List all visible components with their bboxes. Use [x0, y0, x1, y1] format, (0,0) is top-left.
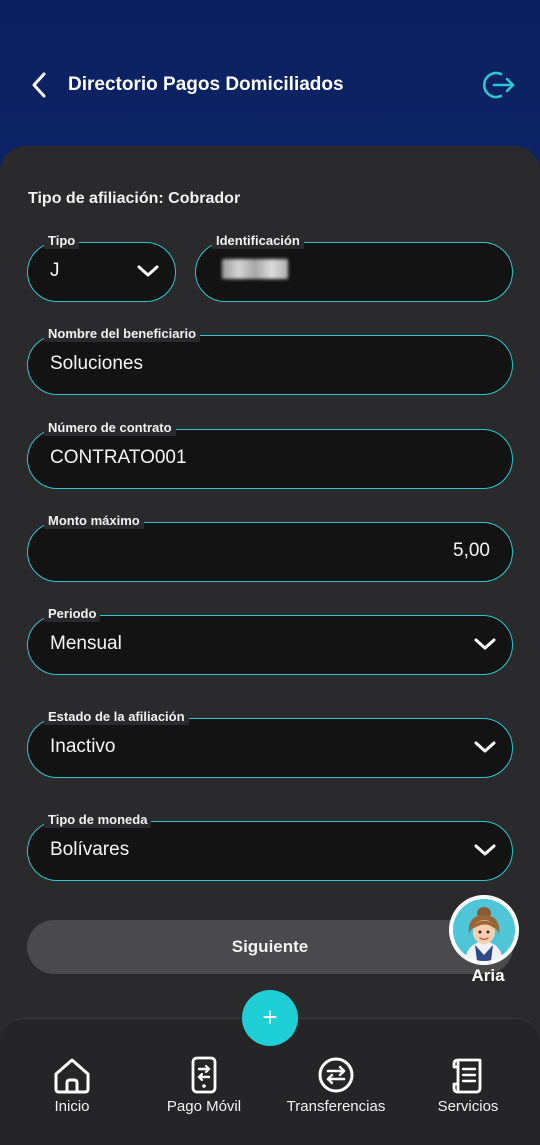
phone-transfer-icon [191, 1056, 217, 1094]
identificacion-field[interactable]: Identificación [195, 233, 513, 302]
estado-value: Inactivo [50, 736, 116, 757]
moneda-value: Bolívares [50, 839, 130, 860]
transfer-icon [318, 1057, 354, 1093]
nav-item-pago-movil[interactable]: Pago Móvil [160, 1056, 248, 1115]
back-button[interactable] [24, 70, 54, 100]
next-button[interactable]: Siguiente [27, 920, 513, 974]
receipt-icon [452, 1058, 482, 1094]
periodo-select[interactable]: Periodo Mensual [27, 606, 513, 675]
assistant-name: Aria [471, 966, 505, 985]
moneda-select[interactable]: Tipo de moneda Bolívares [27, 812, 513, 881]
affiliation-type-title: Tipo de afiliación: Cobrador [28, 190, 241, 207]
nav-item-transferencias[interactable]: Transferencias [282, 1056, 390, 1115]
assistant-avatar-icon [453, 899, 515, 961]
estado-select[interactable]: Estado de la afiliación Inactivo [27, 709, 513, 778]
nav-label-inicio: Inicio [54, 1098, 90, 1115]
tipo-value: J [50, 260, 60, 281]
nav-label-servicios: Servicios [437, 1098, 499, 1115]
tipo-select[interactable]: Tipo J [27, 233, 176, 302]
add-button[interactable]: + [242, 990, 298, 1046]
beneficiario-value: Soluciones [50, 353, 143, 374]
nav-item-inicio[interactable]: Inicio [44, 1056, 100, 1115]
chevron-down-icon [137, 265, 159, 277]
nav-label-pago-movil: Pago Móvil [166, 1098, 242, 1115]
chevron-down-icon [474, 741, 496, 753]
monto-value: 5,00 [453, 540, 490, 561]
page-title: Directorio Pagos Domiciliados [68, 74, 344, 95]
monto-label: Monto máximo [44, 513, 144, 529]
periodo-value: Mensual [50, 633, 122, 654]
identificacion-label: Identificación [212, 233, 304, 249]
beneficiario-field[interactable]: Nombre del beneficiario Soluciones [27, 326, 513, 395]
monto-field[interactable]: Monto máximo 5,00 [27, 513, 513, 582]
logout-icon [482, 71, 515, 99]
contrato-field[interactable]: Número de contrato CONTRATO001 [27, 420, 513, 489]
chevron-down-icon [474, 638, 496, 650]
home-icon [54, 1058, 90, 1094]
assistant-avatar-button[interactable] [449, 895, 519, 965]
nav-label-transferencias: Transferencias [286, 1098, 386, 1115]
nav-item-servicios[interactable]: Servicios [432, 1056, 504, 1115]
logout-button[interactable] [482, 68, 516, 102]
chevron-left-icon [32, 72, 46, 98]
contrato-value: CONTRATO001 [50, 447, 187, 468]
chevron-down-icon [474, 844, 496, 856]
redacted-id-value [222, 259, 288, 279]
avatar [453, 899, 515, 961]
